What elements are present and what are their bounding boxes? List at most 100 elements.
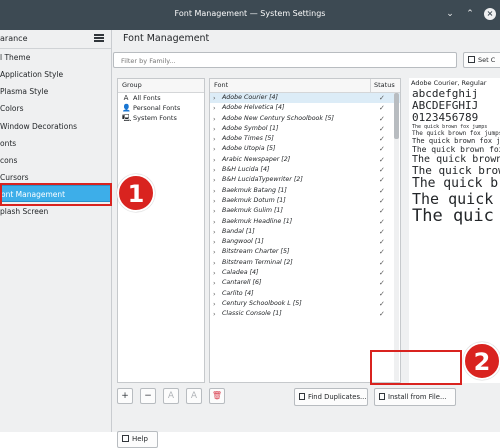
hamburger-menu-icon[interactable] [94, 34, 104, 42]
chevron-right-icon[interactable]: › [213, 289, 216, 299]
chevron-right-icon[interactable]: › [213, 134, 216, 144]
font-row[interactable]: › B&H LucidaTypewriter [2] ✓ [210, 175, 400, 185]
font-row[interactable]: › Caladea [4] ✓ [210, 268, 400, 278]
enabled-check-icon: ✓ [379, 145, 385, 154]
install-from-file-label: Install from File... [388, 393, 447, 401]
enable-font-button[interactable]: A [163, 388, 179, 404]
font-row[interactable]: › Baekmuk Headline [1] ✓ [210, 217, 400, 227]
chevron-right-icon[interactable]: › [213, 196, 216, 206]
font-row[interactable]: › Adobe Times [5] ✓ [210, 134, 400, 144]
font-row[interactable]: › Arabic Newspaper [2] ✓ [210, 155, 400, 165]
font-row[interactable]: › Bangwool [1] ✓ [210, 237, 400, 247]
status-column-header[interactable]: Status [370, 79, 395, 92]
chevron-right-icon[interactable]: › [213, 186, 216, 196]
chevron-right-icon[interactable]: › [213, 247, 216, 257]
chevron-right-icon[interactable]: › [213, 165, 216, 175]
install-from-file-button[interactable]: Install from File... [374, 388, 456, 406]
font-row[interactable]: › Adobe Symbol [1] ✓ [210, 124, 400, 134]
font-row[interactable]: › Bandal [1] ✓ [210, 227, 400, 237]
font-family-name: Adobe Symbol [1] [222, 124, 279, 132]
enabled-check-icon: ✓ [379, 207, 385, 216]
all-fonts-icon: A [123, 94, 129, 102]
font-row[interactable]: › Adobe Courier [4] ✓ [210, 93, 400, 104]
set-criteria-button[interactable]: Set C [463, 52, 500, 68]
help-button[interactable]: Help [117, 431, 158, 448]
sidebar-item-window-decorations[interactable]: Window Decorations [0, 118, 111, 135]
sidebar-item-colors[interactable]: Colors [0, 100, 111, 117]
document-icon [379, 393, 385, 400]
filter-field[interactable] [113, 52, 457, 68]
enabled-check-icon: ✓ [379, 135, 385, 144]
chevron-right-icon[interactable]: › [213, 268, 216, 278]
window-title: Font Management — System Settings [174, 9, 326, 18]
font-row[interactable]: › Bitstream Charter [5] ✓ [210, 247, 400, 257]
preview-line: The quick brown fox jumps [412, 137, 500, 145]
chevron-right-icon[interactable]: › [213, 124, 216, 134]
enabled-check-icon: ✓ [379, 155, 385, 164]
font-row[interactable]: › Bitstream Terminal [2] ✓ [210, 258, 400, 268]
close-button[interactable]: × [484, 8, 496, 20]
font-rows: › Adobe Courier [4] ✓ › Adobe Helvetica [4] ✓… [210, 93, 400, 320]
sidebar-item-plasma-style[interactable]: Plasma Style [0, 83, 111, 100]
group-item-all-fonts[interactable]: A All Fonts [118, 93, 204, 103]
preview-line: The quic [412, 206, 494, 226]
chevron-right-icon[interactable]: › [213, 93, 216, 103]
chevron-right-icon[interactable]: › [213, 175, 216, 185]
enabled-check-icon: ✓ [379, 248, 385, 257]
group-item-system-fonts[interactable]: 🖳 System Fonts [118, 113, 204, 123]
filter-input[interactable] [119, 53, 453, 68]
font-family-name: B&H LucidaTypewriter [2] [222, 176, 303, 184]
font-row[interactable]: › Baekmuk Dotum [1] ✓ [210, 196, 400, 206]
chevron-right-icon[interactable]: › [213, 114, 216, 124]
font-row[interactable]: › Classic Console [1] ✓ [210, 309, 400, 319]
chevron-right-icon[interactable]: › [213, 278, 216, 288]
enabled-check-icon: ✓ [379, 310, 385, 319]
user-icon: 👤 [122, 104, 131, 112]
chevron-right-icon[interactable]: › [213, 155, 216, 165]
preview-lines: abcdefghij ABCDEFGHIJ 0123456789 The quick … [408, 88, 500, 226]
font-family-name: Baekmuk Batang [1] [222, 186, 287, 194]
enabled-check-icon: ✓ [379, 196, 385, 205]
chevron-right-icon[interactable]: › [213, 217, 216, 227]
font-row[interactable]: › Adobe New Century Schoolbook [5] ✓ [210, 114, 400, 124]
find-duplicates-button[interactable]: Find Duplicates... [294, 388, 368, 406]
add-group-button[interactable]: + [117, 388, 133, 404]
font-column-header[interactable]: Font [214, 79, 228, 92]
preview-splitter[interactable] [408, 78, 409, 383]
sidebar-item-icons[interactable]: cons [0, 152, 111, 169]
enabled-check-icon: ✓ [379, 269, 385, 278]
minimize-button[interactable]: ⌄ [444, 8, 456, 20]
group-item-label: Personal Fonts [133, 104, 181, 112]
chevron-right-icon[interactable]: › [213, 237, 216, 247]
sidebar-item-fonts[interactable]: onts [0, 135, 111, 152]
sidebar-item-application-style[interactable]: Application Style [0, 66, 111, 83]
font-list-scrollbar[interactable] [394, 93, 399, 381]
font-row[interactable]: › B&H Lucida [4] ✓ [210, 165, 400, 175]
help-icon [122, 435, 129, 442]
chevron-right-icon[interactable]: › [213, 206, 216, 216]
delete-icon[interactable]: 🗑 [209, 388, 225, 404]
remove-group-button[interactable]: − [140, 388, 156, 404]
font-row[interactable]: › Adobe Utopia [5] ✓ [210, 144, 400, 154]
font-row[interactable]: › Baekmuk Gulim [1] ✓ [210, 206, 400, 216]
font-row[interactable]: › Century Schoolbook L [5] ✓ [210, 299, 400, 309]
disable-font-button[interactable]: A [186, 388, 202, 404]
font-row[interactable]: › Adobe Helvetica [4] ✓ [210, 103, 400, 113]
font-family-name: Caladea [4] [222, 269, 259, 277]
maximize-button[interactable]: ⌃ [464, 8, 476, 20]
chevron-right-icon[interactable]: › [213, 258, 216, 268]
scrollbar-thumb[interactable] [394, 93, 399, 139]
font-row[interactable]: › Carlito [4] ✓ [210, 289, 400, 299]
chevron-right-icon[interactable]: › [213, 144, 216, 154]
group-item-personal-fonts[interactable]: 👤 Personal Fonts [118, 103, 204, 113]
chevron-right-icon[interactable]: › [213, 309, 216, 319]
font-family-name: Bitstream Terminal [2] [222, 258, 293, 266]
sidebar-item-global-theme[interactable]: l Theme [0, 49, 111, 66]
font-row[interactable]: › Cantarell [6] ✓ [210, 278, 400, 288]
chevron-right-icon[interactable]: › [213, 227, 216, 237]
chevron-right-icon[interactable]: › [213, 299, 216, 309]
font-row[interactable]: › Baekmuk Batang [1] ✓ [210, 186, 400, 196]
chevron-right-icon[interactable]: › [213, 103, 216, 113]
preview-line: The quick brown fox jumps [412, 145, 500, 154]
font-family-name: Bitstream Charter [5] [222, 248, 290, 256]
